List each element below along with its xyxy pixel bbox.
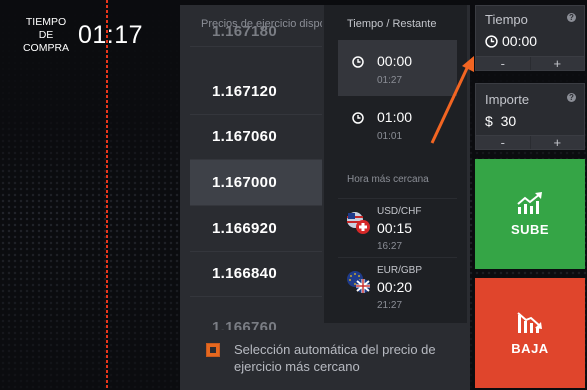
down-button-label: BAJA: [511, 340, 549, 356]
purchase-time-value: 01:17: [78, 21, 144, 49]
trend-down-icon: [517, 311, 542, 333]
up-button-label: SUBE: [510, 221, 550, 237]
amount-label: Importe: [485, 92, 530, 107]
expiry-header: Tiempo / Restante: [347, 18, 437, 30]
amount-increase-button[interactable]: +: [530, 136, 584, 149]
expiry-option[interactable]: 01:00 01:01: [338, 96, 457, 152]
pair-remaining: 21:27: [377, 300, 403, 311]
nearest-time-header: Hora más cercana: [347, 174, 429, 185]
pair-time: 00:20: [377, 279, 413, 295]
nearest-expiry-option[interactable]: USD/CHF 00:15 16:27: [338, 198, 457, 256]
strike-row[interactable]: 1.166760: [190, 297, 322, 330]
time-stepper[interactable]: - +: [476, 56, 584, 70]
strike-row-selected[interactable]: 1.167000: [190, 160, 322, 206]
time-value: 00:00: [502, 33, 538, 49]
amount-selector[interactable]: Importe ? $ 30 - +: [475, 83, 585, 150]
down-button[interactable]: BAJA: [475, 278, 585, 388]
expiry-time: 01:00: [377, 109, 413, 125]
purchase-time-label: TIEMPO DE COMPRA: [22, 16, 70, 54]
strike-row[interactable]: 1.167120: [190, 69, 322, 115]
amount-stepper[interactable]: - +: [476, 135, 584, 149]
time-value-display[interactable]: 00:00: [485, 33, 537, 49]
expiry-remaining: 01:27: [377, 75, 403, 86]
expiry-time: 00:00: [377, 53, 413, 69]
amount-decrease-button[interactable]: -: [476, 136, 531, 149]
strike-row[interactable]: 1.166840: [190, 251, 322, 297]
expiry-dropdown: Tiempo / Restante 00:00 01:27 01:00 01:0…: [324, 5, 467, 323]
amount-value[interactable]: $ 30: [485, 113, 516, 129]
time-decrease-button[interactable]: -: [476, 57, 531, 70]
auto-select-strike[interactable]: Selección automática del precio de ejerc…: [206, 341, 456, 375]
expiry-option-selected[interactable]: 00:00 01:27: [338, 40, 457, 96]
purchase-time-indicator: TIEMPO DE COMPRA 01:17: [20, 16, 143, 55]
auto-select-label: Selección automática del precio de ejerc…: [234, 342, 436, 374]
help-icon[interactable]: ?: [567, 13, 576, 22]
auto-select-checkbox[interactable]: [206, 343, 220, 357]
usd-chf-flags-icon: [347, 212, 370, 234]
time-label: Tiempo: [485, 12, 528, 27]
strike-row[interactable]: 1.167180: [190, 19, 322, 47]
pair-name: USD/CHF: [377, 206, 422, 217]
pair-remaining: 16:27: [377, 241, 403, 252]
strike-row[interactable]: 1.167060: [190, 114, 322, 160]
time-selector[interactable]: Tiempo ? 00:00 - +: [475, 5, 585, 71]
nearest-expiry-option[interactable]: EUR/GBP 00:20 21:27: [338, 257, 457, 315]
time-increase-button[interactable]: +: [530, 57, 584, 70]
trend-up-icon: [517, 191, 542, 214]
eur-gbp-flags-icon: [347, 271, 370, 293]
strike-row[interactable]: 1.166920: [190, 206, 322, 252]
help-icon[interactable]: ?: [567, 93, 576, 102]
clock-icon: [485, 34, 498, 48]
pair-time: 00:15: [377, 220, 413, 236]
strike-price-list[interactable]: Precios de ejercicio disponibles 1.16718…: [190, 5, 322, 330]
expiry-remaining: 01:01: [377, 131, 403, 142]
up-button[interactable]: SUBE: [475, 159, 585, 269]
clock-icon: [352, 56, 364, 68]
pair-name: EUR/GBP: [377, 265, 423, 276]
purchase-time-line: [106, 0, 108, 390]
clock-icon: [352, 112, 364, 124]
